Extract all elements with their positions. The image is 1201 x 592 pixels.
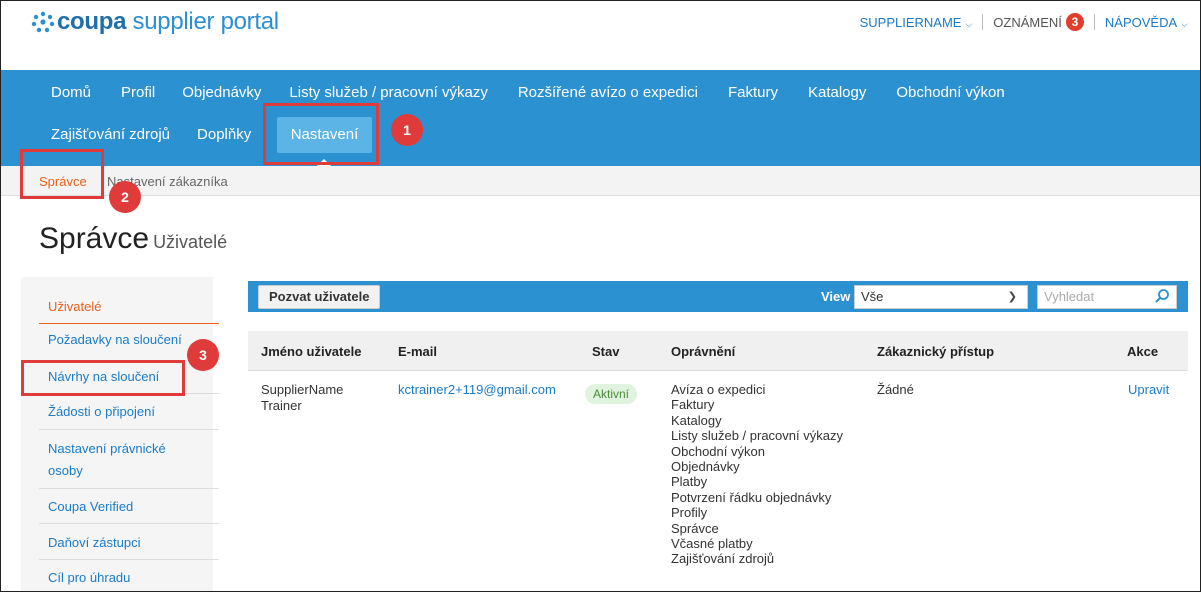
chevron-down-icon: ❯ <box>1007 291 1017 303</box>
logo-text: coupa supplier portal <box>57 8 279 36</box>
top-header: coupa supplier portal SUPPLIERNAME ⌵ OZNÁ… <box>1 1 1200 45</box>
permission-item: Včasné platby <box>671 536 753 552</box>
nav-item-service-sheets[interactable]: Listy služeb / pracovní výkazy <box>289 84 487 101</box>
chevron-down-icon: ⌵ <box>965 18 973 29</box>
page-title: Správce Uživatelé <box>39 222 227 256</box>
cell-username-line1: SupplierName <box>261 382 344 397</box>
view-label: View <box>821 289 851 304</box>
nav-item-addons[interactable]: Doplňky <box>197 126 251 143</box>
sub-nav: Správce Nastavení zákazníka <box>1 166 1200 196</box>
cell-email[interactable]: kctrainer2+119@gmail.com <box>398 382 556 397</box>
search-icon[interactable] <box>1154 288 1170 311</box>
search-input[interactable]: Vyhledat <box>1037 285 1177 309</box>
permission-item: Správce <box>671 520 719 536</box>
annotation-number: 2 <box>109 181 141 213</box>
users-toolbar: Pozvat uživatele View Vše ❯ Vyhledat <box>248 281 1188 312</box>
nav-row-1: Domů Profil Objednávky Listy služeb / pr… <box>51 84 1005 101</box>
sidebar-item-connection-requests[interactable]: Žádosti o připojení <box>48 404 155 419</box>
supplier-name-menu[interactable]: SUPPLIERNAME ⌵ <box>860 15 973 30</box>
sidebar-item-users[interactable]: Uživatelé <box>48 299 101 314</box>
page-title-main: Správce <box>39 222 150 255</box>
app-window: coupa supplier portal SUPPLIERNAME ⌵ OZNÁ… <box>0 0 1201 592</box>
nav-item-orders[interactable]: Objednávky <box>182 84 261 101</box>
permission-item: Faktury <box>671 397 715 413</box>
nav-item-catalogs[interactable]: Katalogy <box>808 84 866 101</box>
status-badge: Aktivní <box>585 384 638 404</box>
edit-link[interactable]: Upravit <box>1128 382 1169 397</box>
sidebar-item-tax-reps[interactable]: Daňoví zástupci <box>48 535 141 550</box>
divider <box>1093 14 1095 30</box>
sidebar-divider <box>39 429 219 430</box>
logo-brand: coupa <box>57 8 127 35</box>
annotation-number: 3 <box>187 339 219 371</box>
sidebar-item-remit-to[interactable]: Cíl pro úhradu <box>48 570 130 585</box>
sidebar-item-merge-requests[interactable]: Požadavky na sloučení <box>48 332 182 347</box>
divider <box>982 14 984 30</box>
chevron-down-icon: ⌵ <box>1181 18 1188 29</box>
notifications-label: OZNÁMENÍ <box>993 14 1062 30</box>
nav-item-asn[interactable]: Rozšířené avízo o expedici <box>518 84 698 101</box>
annotation-number: 1 <box>391 114 423 146</box>
sidebar-divider <box>39 323 219 324</box>
coupa-logo[interactable]: coupa supplier portal <box>31 7 279 37</box>
permission-item: Listy služeb / pracovní výkazy <box>671 428 843 444</box>
nav-item-home[interactable]: Domů <box>51 84 91 101</box>
nav-item-profile[interactable]: Profil <box>121 84 155 101</box>
view-select[interactable]: Vše ❯ <box>854 285 1028 309</box>
table-row: SupplierName Trainer kctrainer2+119@gmai… <box>248 372 1188 591</box>
column-header-customer-access[interactable]: Zákaznický přístup <box>877 344 994 359</box>
column-header-actions: Akce <box>1127 344 1159 359</box>
nav-item-invoices[interactable]: Faktury <box>728 84 778 101</box>
permission-item: Katalogy <box>671 412 722 428</box>
sidebar: Uživatelé Požadavky na sloučení Návrhy n… <box>21 277 219 591</box>
column-header-username[interactable]: Jméno uživatele <box>261 344 361 359</box>
permissions-list: Avíza o expedici Faktury Katalogy Listy … <box>671 382 843 567</box>
nav-row-2: Zajišťování zdrojů Doplňky <box>51 126 251 143</box>
supplier-name-label: SUPPLIERNAME <box>859 14 962 30</box>
nav-item-sourcing[interactable]: Zajišťování zdrojů <box>51 126 170 143</box>
page-subtitle: Uživatelé <box>153 232 228 252</box>
cell-username-line2: Trainer <box>261 398 302 413</box>
help-label: NÁPOVĚDA <box>1104 14 1178 30</box>
main-nav: Domů Profil Objednávky Listy služeb / pr… <box>1 70 1200 166</box>
permission-item: Profily <box>671 505 708 521</box>
notifications-link[interactable]: OZNÁMENÍ 3 <box>993 13 1084 31</box>
column-header-status[interactable]: Stav <box>592 344 619 359</box>
help-menu[interactable]: NÁPOVĚDA ⌵ <box>1105 15 1188 30</box>
permission-item: Avíza o expedici <box>671 382 766 397</box>
coupa-logo-icon <box>31 11 55 33</box>
permission-item: Objednávky <box>671 459 740 475</box>
sidebar-divider <box>39 523 219 524</box>
annotation-box-merge-suggestions <box>21 360 185 396</box>
permission-item: Zajišťování zdrojů <box>671 551 775 567</box>
top-links: SUPPLIERNAME ⌵ OZNÁMENÍ 3 NÁPOVĚDA ⌵ <box>860 13 1188 31</box>
invite-user-button[interactable]: Pozvat uživatele <box>258 285 381 309</box>
logo-rest: supplier portal <box>126 8 280 35</box>
table-header: Jméno uživatele E-mail Stav Oprávnění Zá… <box>248 331 1188 371</box>
sidebar-divider <box>39 559 219 560</box>
permission-item: Platby <box>671 474 708 490</box>
column-header-email[interactable]: E-mail <box>398 344 437 359</box>
notifications-badge: 3 <box>1065 13 1084 31</box>
search-placeholder: Vyhledat <box>1044 289 1095 304</box>
permission-item: Obchodní výkon <box>671 443 765 459</box>
annotation-box-settings <box>263 103 379 165</box>
sidebar-divider <box>39 488 219 489</box>
view-select-value: Vše <box>861 289 884 304</box>
column-header-permissions[interactable]: Oprávnění <box>671 344 735 359</box>
sidebar-item-legal-entity-line1[interactable]: Nastavení právnické <box>48 441 166 456</box>
cell-customer-access: Žádné <box>877 382 914 397</box>
permission-item: Potvrzení řádku objednávky <box>671 489 832 505</box>
nav-item-business-performance[interactable]: Obchodní výkon <box>896 84 1004 101</box>
sidebar-item-legal-entity-line2[interactable]: osoby <box>48 463 83 478</box>
annotation-box-admin <box>20 149 104 199</box>
sidebar-item-coupa-verified[interactable]: Coupa Verified <box>48 499 133 514</box>
